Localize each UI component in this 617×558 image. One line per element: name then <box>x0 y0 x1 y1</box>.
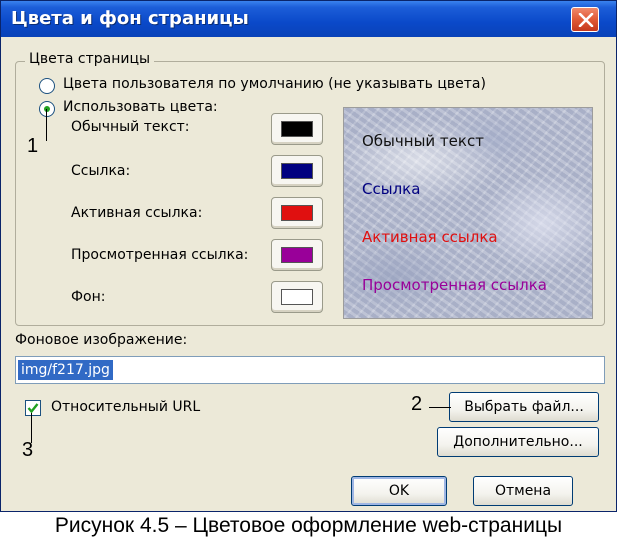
radio-selected-dot <box>44 106 50 112</box>
page-colors-group-title: Цвета страницы <box>25 51 155 67</box>
close-button[interactable] <box>571 7 599 32</box>
normal-text-label: Обычный текст: <box>71 119 190 135</box>
background-image-input[interactable]: img/f217.jpg <box>15 356 605 384</box>
link-label: Ссылка: <box>71 163 131 179</box>
title-bar: Цвета и фон страницы <box>1 1 616 37</box>
background-color-chip <box>281 289 313 305</box>
radio-use-colors[interactable] <box>39 101 55 117</box>
choose-file-button[interactable]: Выбрать файл... <box>449 392 599 422</box>
annotation-2-line <box>429 407 451 408</box>
figure-caption: Рисунок 4.5 – Цветовое оформление web-ст… <box>54 514 563 537</box>
active-link-label: Активная ссылка: <box>71 205 203 221</box>
background-label: Фон: <box>71 289 106 305</box>
relative-url-checkbox[interactable] <box>25 400 41 416</box>
visited-link-color-button[interactable] <box>271 239 323 271</box>
preview-link-text: Ссылка <box>362 180 421 198</box>
radio-default-colors[interactable] <box>39 78 55 94</box>
preview-visited-link-text: Просмотренная ссылка <box>362 276 547 294</box>
color-preview-panel: Обычный текст Ссылка Активная ссылка Про… <box>343 107 593 319</box>
window-title: Цвета и фон страницы <box>11 8 249 29</box>
normal-text-color-chip <box>281 121 313 137</box>
preview-normal-text: Обычный текст <box>362 132 484 150</box>
active-link-color-chip <box>281 205 313 221</box>
annotation-3: 3 <box>22 439 34 461</box>
annotation-1-line <box>46 109 47 141</box>
background-image-value: img/f217.jpg <box>18 360 113 380</box>
radio-use-colors-label: Использовать цвета: <box>63 99 218 115</box>
background-image-label: Фоновое изображение: <box>15 332 188 348</box>
advanced-button[interactable]: Дополнительно... <box>437 427 599 457</box>
cancel-button[interactable]: Отмена <box>473 476 573 506</box>
ok-button[interactable]: OK <box>351 476 447 506</box>
background-color-button[interactable] <box>271 281 323 313</box>
link-color-button[interactable] <box>271 155 323 187</box>
link-color-chip <box>281 163 313 179</box>
active-link-color-button[interactable] <box>271 197 323 229</box>
annotation-2: 2 <box>411 393 423 415</box>
color-background-dialog: Цвета и фон страницы Цвета страницы Цвет… <box>0 0 617 512</box>
radio-default-colors-label: Цвета пользователя по умолчанию (не указ… <box>63 76 486 92</box>
checkmark-icon <box>27 403 39 414</box>
visited-link-color-chip <box>281 247 313 263</box>
normal-text-color-button[interactable] <box>271 113 323 145</box>
relative-url-label: Относительный URL <box>51 399 201 415</box>
close-icon <box>578 13 594 27</box>
visited-link-label: Просмотренная ссылка: <box>71 247 249 263</box>
preview-active-link-text: Активная ссылка <box>362 228 498 246</box>
annotation-1: 1 <box>27 135 39 157</box>
